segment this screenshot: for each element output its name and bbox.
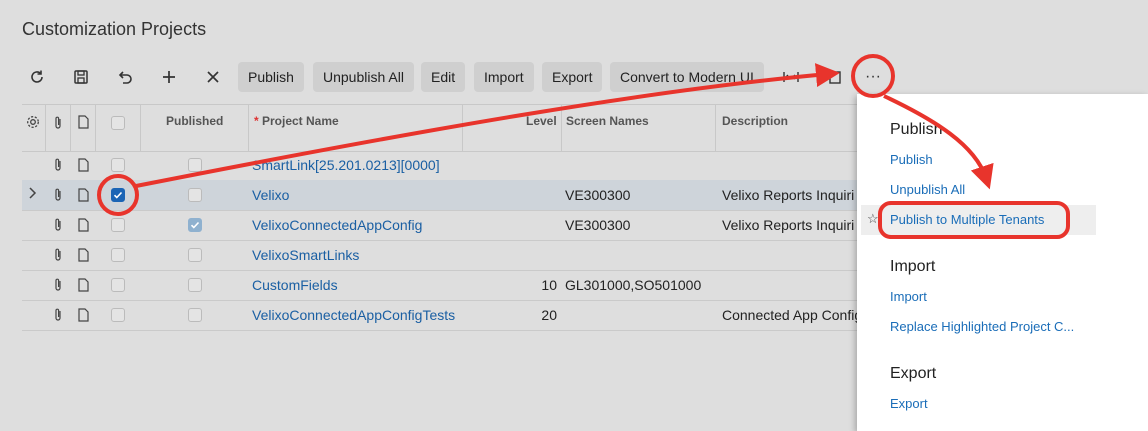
header-project-name[interactable]: Project Name <box>262 114 339 128</box>
screen-names-cell: VE300300 <box>565 217 631 233</box>
description-cell: Connected App Config <box>722 307 863 323</box>
project-name-link[interactable]: Velixo <box>252 187 289 203</box>
edit-button[interactable]: Edit <box>421 62 466 92</box>
notes-icon[interactable] <box>78 218 89 237</box>
attachment-icon[interactable] <box>53 157 63 177</box>
unpublish-all-button[interactable]: Unpublish All <box>313 62 414 92</box>
notes-icon[interactable] <box>78 158 89 177</box>
attachment-icon[interactable] <box>53 247 63 267</box>
project-name-link[interactable]: CustomFields <box>252 277 338 293</box>
row-expand-icon[interactable] <box>28 186 38 203</box>
publish-button[interactable]: Publish <box>238 62 304 92</box>
page-title: Customization Projects <box>22 19 207 39</box>
menu-heading-import: Import <box>890 258 936 275</box>
level-cell: 20 <box>541 307 557 323</box>
attachment-icon[interactable] <box>53 217 63 237</box>
notes-icon <box>78 115 89 134</box>
published-checkbox <box>188 278 202 292</box>
menu-item-publish[interactable]: Publish <box>890 152 933 167</box>
screen-names-cell: VE300300 <box>565 187 631 203</box>
published-checkbox <box>188 188 202 202</box>
header-published[interactable]: Published <box>166 114 223 128</box>
row-select-checkbox[interactable] <box>111 218 125 232</box>
project-name-link[interactable]: VelixoSmartLinks <box>252 247 359 263</box>
menu-heading-export: Export <box>890 365 937 382</box>
row-select-checkbox[interactable] <box>111 278 125 292</box>
refresh-icon[interactable] <box>24 64 50 90</box>
header-screen-names[interactable]: Screen Names <box>566 114 649 128</box>
select-all-checkbox[interactable] <box>111 116 125 130</box>
description-cell: Velixo Reports Inquiri <box>722 217 855 233</box>
export-excel-icon[interactable] <box>822 64 848 90</box>
project-name-link[interactable]: SmartLink[25.201.0213][0000] <box>252 157 440 173</box>
add-icon[interactable] <box>156 64 182 90</box>
menu-item-publish-multiple-tenants[interactable]: Publish to Multiple Tenants <box>890 212 1044 227</box>
menu-item-export[interactable]: Export <box>890 396 928 411</box>
project-name-link[interactable]: VelixoConnectedAppConfigTests <box>252 307 455 323</box>
fit-width-icon[interactable] <box>778 64 804 90</box>
export-button[interactable]: Export <box>542 62 603 92</box>
star-icon[interactable]: ☆ <box>867 211 879 227</box>
delete-icon[interactable] <box>200 64 226 90</box>
convert-modern-ui-button[interactable]: Convert to Modern UI <box>610 62 764 92</box>
settings-icon[interactable] <box>26 115 40 134</box>
menu-heading-publish: Publish <box>890 121 943 138</box>
published-checkbox <box>188 218 202 232</box>
attachment-icon <box>53 115 63 135</box>
save-icon[interactable] <box>68 64 94 90</box>
screen-names-cell: GL301000,SO501000 <box>565 277 702 293</box>
menu-item-unpublish-all[interactable]: Unpublish All <box>890 182 965 197</box>
import-button[interactable]: Import <box>474 62 534 92</box>
level-cell: 10 <box>541 277 557 293</box>
notes-icon[interactable] <box>78 188 89 207</box>
menu-item-import[interactable]: Import <box>890 289 927 304</box>
project-name-link[interactable]: VelixoConnectedAppConfig <box>252 217 422 233</box>
more-actions-button[interactable]: ··· <box>860 64 886 90</box>
row-select-checkbox[interactable] <box>111 188 125 202</box>
notes-icon[interactable] <box>78 308 89 327</box>
row-select-checkbox[interactable] <box>111 248 125 262</box>
header-description[interactable]: Description <box>722 114 788 128</box>
header-level[interactable]: Level <box>526 114 557 128</box>
undo-icon[interactable] <box>112 64 138 90</box>
notes-icon[interactable] <box>78 248 89 267</box>
published-checkbox <box>188 248 202 262</box>
published-checkbox <box>188 158 202 172</box>
menu-item-replace-highlighted-project[interactable]: Replace Highlighted Project C... <box>890 319 1074 334</box>
attachment-icon[interactable] <box>53 187 63 207</box>
more-actions-menu: ☆ Publish Publish Unpublish All Publish … <box>857 94 1148 431</box>
required-mark: * <box>254 114 259 128</box>
notes-icon[interactable] <box>78 278 89 297</box>
row-select-checkbox[interactable] <box>111 158 125 172</box>
attachment-icon[interactable] <box>53 307 63 327</box>
description-cell: Velixo Reports Inquiri <box>722 187 855 203</box>
attachment-icon[interactable] <box>53 277 63 297</box>
published-checkbox <box>188 308 202 322</box>
row-select-checkbox[interactable] <box>111 308 125 322</box>
